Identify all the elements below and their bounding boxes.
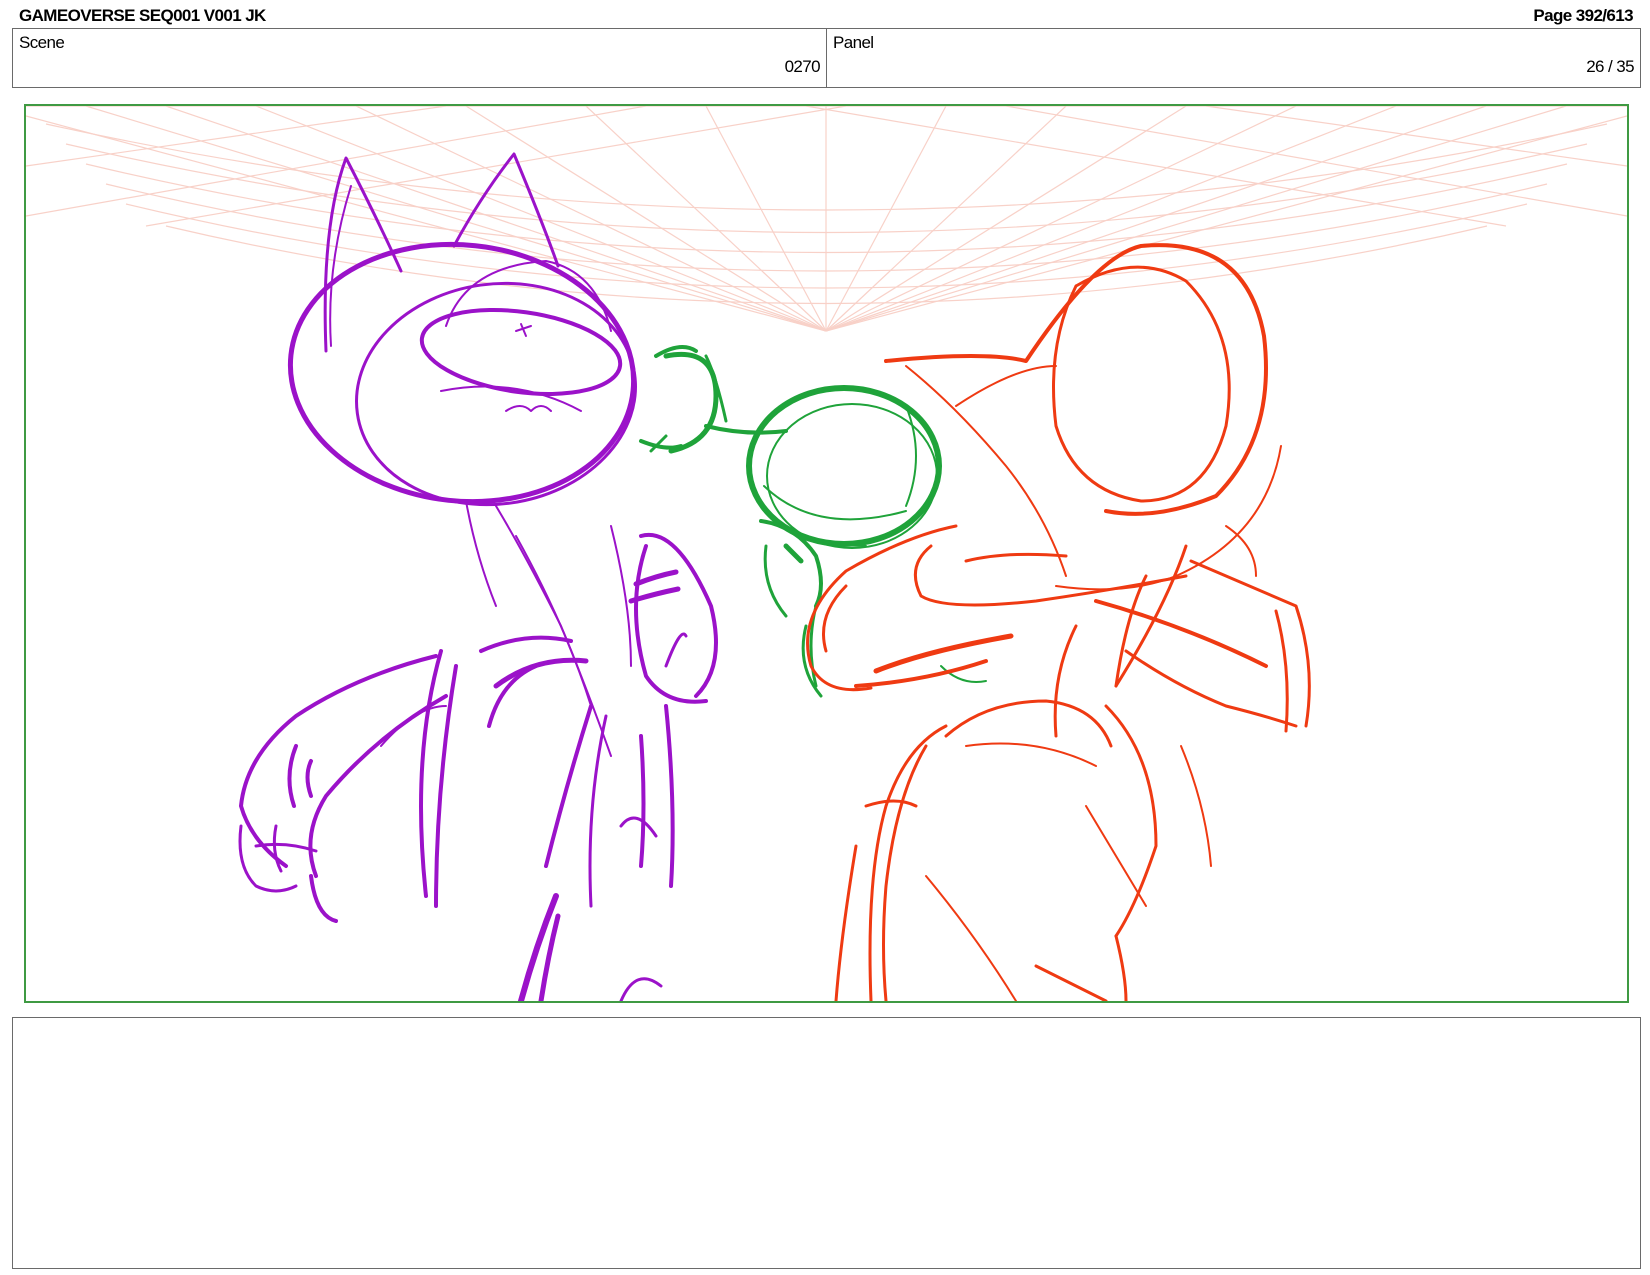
panel-label: Panel — [833, 33, 874, 52]
scene-number: 0270 — [784, 57, 821, 76]
red-character-sketch — [806, 243, 1311, 1001]
robot-character-sketch — [639, 345, 987, 698]
panel-number: 26 / 35 — [1586, 57, 1634, 76]
cat-character-sketch — [238, 152, 718, 1001]
panel-notes-box — [12, 1017, 1641, 1269]
page-number: Page 392/613 — [1533, 6, 1633, 25]
scene-label: Scene — [19, 33, 65, 52]
storyboard-panel-frame — [24, 104, 1629, 1003]
scene-panel-info: Scene 0270 Panel 26 / 35 — [12, 28, 1641, 88]
storyboard-sketch — [26, 106, 1627, 1001]
document-title: GAMEOVERSE SEQ001 V001 JK — [19, 6, 266, 25]
scene-cell: Scene 0270 — [13, 29, 827, 87]
background-perspective-grid — [26, 106, 1627, 332]
panel-cell: Panel 26 / 35 — [827, 29, 1640, 87]
